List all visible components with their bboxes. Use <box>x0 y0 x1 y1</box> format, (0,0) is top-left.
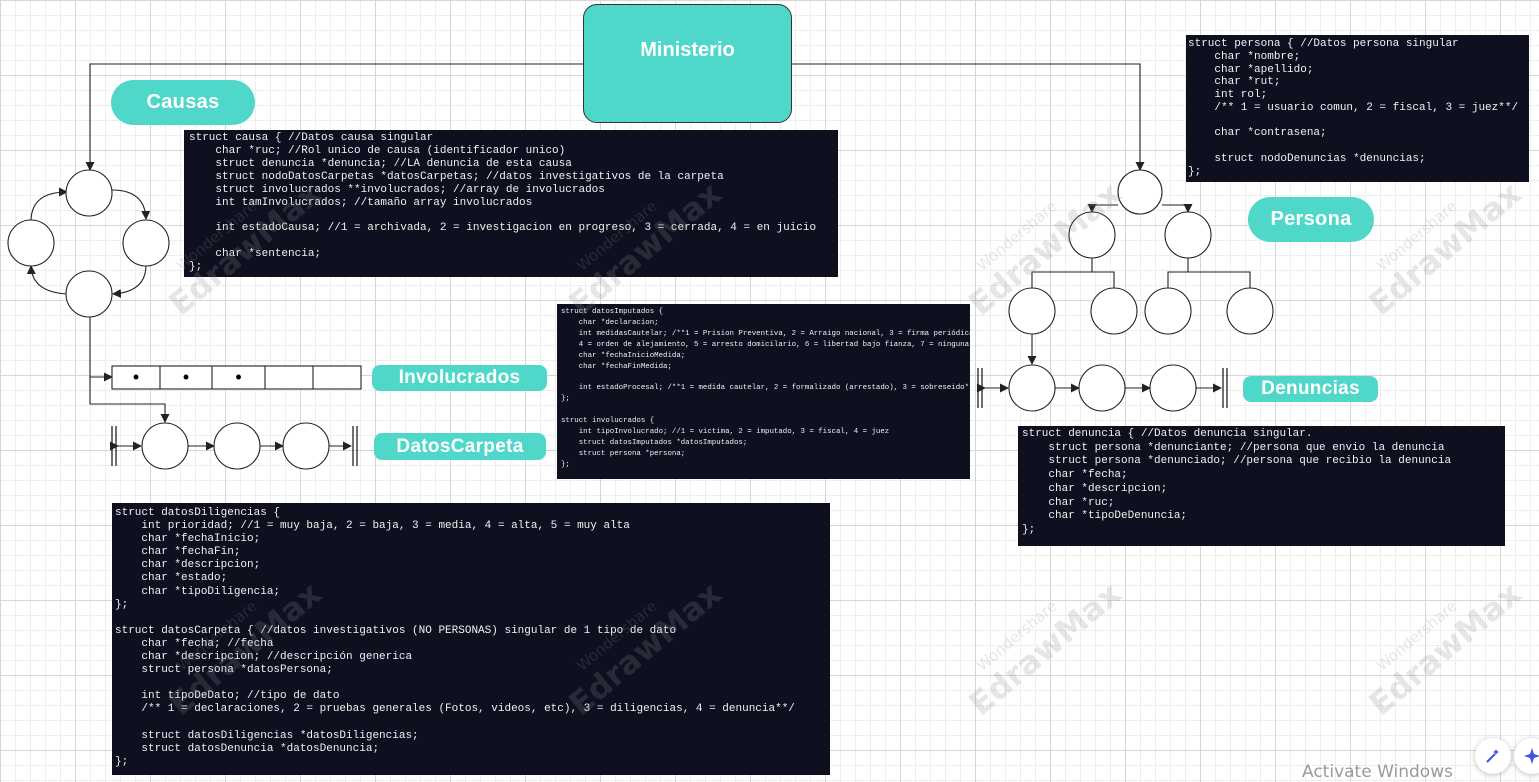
array-cell: • <box>235 367 242 387</box>
code-struct-imputados: struct datosImputados { char *declaracio… <box>557 304 970 479</box>
involucrados-label[interactable]: Involucrados <box>372 365 547 391</box>
denuncia-node <box>1078 364 1126 412</box>
ministerio-node[interactable]: Ministerio <box>583 4 792 123</box>
persona-node <box>1226 287 1274 335</box>
edge-p-left-children <box>1031 271 1115 288</box>
edge-p-root-left <box>1087 204 1118 213</box>
array-cell <box>313 366 361 389</box>
causas-label[interactable]: Causas <box>111 80 255 125</box>
persona-node <box>1164 211 1212 259</box>
persona-node <box>1008 287 1056 335</box>
array-cell: • <box>132 367 140 387</box>
denuncia-node <box>1149 364 1197 412</box>
datoscarpeta-node <box>141 422 189 470</box>
array-cell: • <box>182 367 190 387</box>
edge-ministerio-persona <box>792 63 1145 171</box>
edge-p-right-children <box>1167 271 1251 288</box>
causa-node <box>7 219 55 267</box>
code-struct-denuncia: struct denuncia { //Datos denuncia singu… <box>1018 426 1505 546</box>
edge-cycle-top-right <box>111 189 151 220</box>
edge-causa-involucrados <box>89 317 113 382</box>
magic-wand-icon[interactable] <box>1475 738 1511 774</box>
datoscarpeta-node <box>213 422 261 470</box>
code-struct-causa: struct causa { //Datos causa singular ch… <box>184 130 838 277</box>
array-cell <box>265 366 313 389</box>
persona-node <box>1117 169 1163 215</box>
persona-node <box>1068 211 1116 259</box>
code-struct-persona: struct persona { //Datos persona singula… <box>1186 35 1529 182</box>
edge-cycle-left-top <box>30 187 68 221</box>
denuncia-node <box>1008 364 1056 412</box>
causa-node <box>122 219 170 267</box>
code-struct-diligencias: struct datosDiligencias { int prioridad;… <box>112 503 830 775</box>
datoscarpeta-label[interactable]: DatosCarpeta <box>374 433 546 460</box>
denuncias-label[interactable]: Denuncias <box>1243 376 1378 402</box>
persona-label[interactable]: Persona <box>1248 197 1374 242</box>
causa-node <box>65 169 113 217</box>
persona-node <box>1090 287 1138 335</box>
datoscarpeta-node <box>282 422 330 470</box>
activate-windows-text: Activate Windows <box>1302 762 1453 782</box>
edge-cycle-right-bottom <box>112 264 147 299</box>
edge-cycle-bottom-left <box>26 265 68 295</box>
persona-node <box>1144 287 1192 335</box>
causa-node <box>65 270 113 318</box>
edge-p-root-right <box>1162 204 1193 213</box>
